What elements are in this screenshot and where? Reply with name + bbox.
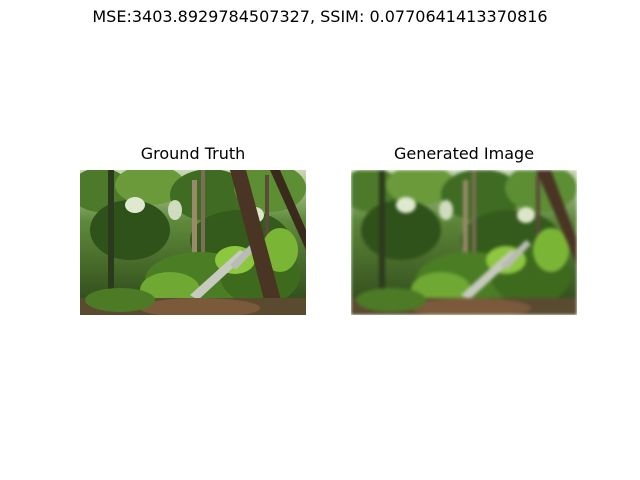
generated-image-panel: Generated Image — [351, 144, 577, 315]
generated-image — [351, 170, 577, 315]
generated-image-title: Generated Image — [393, 144, 535, 163]
figure-suptitle: MSE:3403.8929784507327, SSIM: 0.07706414… — [92, 7, 548, 26]
ground-truth-title: Ground Truth — [140, 144, 246, 163]
ground-truth-panel: Ground Truth — [80, 144, 306, 315]
ground-truth-image — [80, 170, 306, 315]
